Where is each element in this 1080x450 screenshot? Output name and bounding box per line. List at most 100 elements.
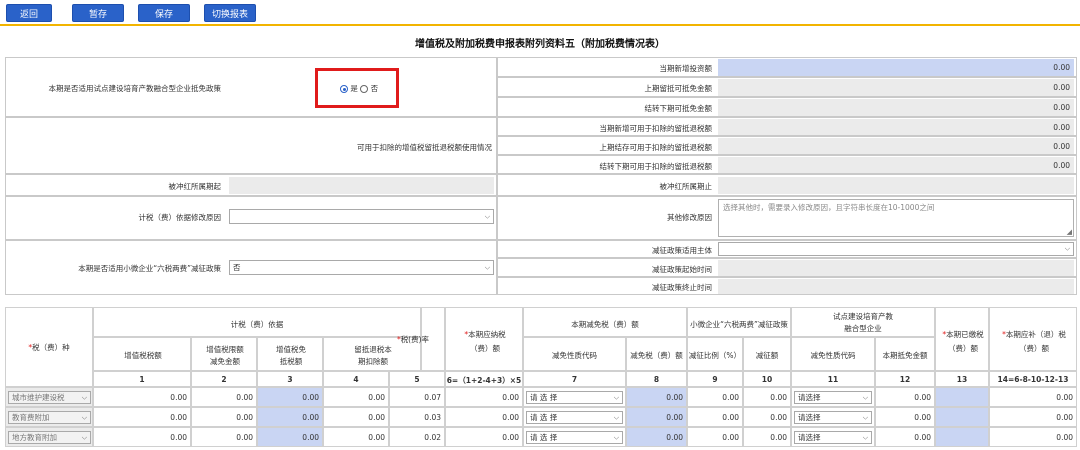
table-cell: 请 选 择 ⌵ <box>523 407 626 427</box>
table-cell[interactable]: 0.00 <box>626 427 687 447</box>
small-biz-subject-label: 减征政策适用主体 <box>652 246 712 255</box>
tax-type-cell: 城市维护建设税 ⌵ <box>5 387 93 407</box>
chevron-down-icon: ⌵ <box>81 433 87 441</box>
small-biz-start-field[interactable] <box>718 260 1074 276</box>
tax-type-select[interactable]: 教育费附加 ⌵ <box>8 411 91 424</box>
chevron-down-icon: ⌵ <box>613 433 619 441</box>
modify-reason-select[interactable]: ⌵ <box>229 209 494 224</box>
header-small: 小微企业“六税两费”减征政策 <box>690 320 788 329</box>
cell-value: 0.07 <box>424 393 441 402</box>
table-cell: 0.03 <box>389 407 445 427</box>
refund-usage-cell: 可用于扣除的增值税留抵退税额使用情况 <box>5 117 497 174</box>
amount-field[interactable]: 0.00 <box>718 59 1074 76</box>
cell-value: 0.00 <box>302 413 319 422</box>
column-number-cell: 4 <box>323 371 389 387</box>
cell-value: 0.00 <box>914 413 931 422</box>
cell-value: 0.03 <box>424 413 441 422</box>
amount-field[interactable]: 0.00 <box>718 138 1074 154</box>
save-draft-button[interactable]: 暂存 <box>72 4 124 22</box>
column-number-cell: 3 <box>257 371 323 387</box>
tax-type-select[interactable]: 城市维护建设税 ⌵ <box>8 391 91 404</box>
table-header-cell: 本期抵免金额 <box>875 337 935 371</box>
amount-field[interactable]: 0.00 <box>718 99 1074 116</box>
small-biz-subject-select[interactable]: ⌵ <box>718 242 1074 256</box>
table-cell[interactable]: 0.00 <box>626 407 687 427</box>
amount-field[interactable]: 0.00 <box>718 119 1074 135</box>
amount-field[interactable]: 0.00 <box>718 79 1074 96</box>
modify-reason-label: 计税（费）依据修改原因 <box>138 213 222 222</box>
amount-row-label: 结转下期可用于扣除的留抵退税额 <box>599 162 713 171</box>
column-number-cell: 12 <box>875 371 935 387</box>
table-header-cell: *本期应补（退）税（费）额 <box>989 307 1077 371</box>
table-header-cell: 本期减免税（费）额 <box>523 307 687 337</box>
chevron-down-icon: ⌵ <box>81 393 87 401</box>
reduce-code-select[interactable]: 请 选 择 ⌵ <box>526 431 623 444</box>
column-number-cell: 2 <box>191 371 257 387</box>
table-cell: 0.00 <box>743 387 791 407</box>
save-button[interactable]: 保存 <box>138 4 190 22</box>
red-period-start-field[interactable] <box>229 177 494 194</box>
surcharge-table: *税（费）种 计税（费）依据 增值税税额 增值税限额减免金额 增值税免抵税额 留… <box>5 307 1077 450</box>
table-cell: 0.00 <box>445 387 523 407</box>
small-biz-start-row: 减征政策起始时间 <box>497 258 1077 277</box>
table-header-cell: 小微企业“六税两费”减征政策 <box>687 307 791 337</box>
table-cell[interactable]: 0.00 <box>257 407 323 427</box>
tax-type-select[interactable]: 地方教育附加 ⌵ <box>8 431 91 444</box>
reduce-code-select[interactable]: 请 选 择 ⌵ <box>526 391 623 404</box>
table-cell[interactable] <box>935 407 989 427</box>
amount-field[interactable]: 0.00 <box>718 157 1074 173</box>
column-number: 6=（1+2-4+3）×5 <box>446 376 522 385</box>
table-row: 城市维护建设税 ⌵ 0.00 0.00 0.00 0.00 0.07 0.00 请 选 择 ⌵ 0.… <box>5 387 1077 407</box>
pilot-code-select[interactable]: 请选择 ⌵ <box>794 391 872 404</box>
table-cell[interactable] <box>935 387 989 407</box>
table-cell: 0.00 <box>875 387 935 407</box>
chevron-down-icon: ⌵ <box>484 212 490 220</box>
tax-type-cell: 地方教育附加 ⌵ <box>5 427 93 447</box>
pilot-code-select[interactable]: 请选择 ⌵ <box>794 431 872 444</box>
chevron-down-icon: ⌵ <box>613 393 619 401</box>
amount-value: 0.00 <box>1053 63 1070 72</box>
column-number-cell: 10 <box>743 371 791 387</box>
table-cell: 0.00 <box>93 387 191 407</box>
other-reason-label: 其他修改原因 <box>667 213 712 222</box>
table-cell[interactable] <box>935 427 989 447</box>
table-cell: 0.00 <box>875 407 935 427</box>
pilot-policy-question-label: 本期是否适用试点建设培育产教融合型企业抵免政策 <box>48 84 222 93</box>
back-button[interactable]: 返回 <box>6 4 52 22</box>
cell-value: 0.00 <box>722 393 739 402</box>
amount-value: 0.00 <box>1053 142 1070 151</box>
small-biz-select[interactable]: 否 ⌵ <box>229 260 494 275</box>
other-reason-textarea[interactable]: 选择其他时，需要录入修改原因，且字符串长度在10-1000之间 ◢ <box>718 199 1074 237</box>
red-period-end-field[interactable] <box>718 177 1074 194</box>
small-biz-end-field[interactable] <box>718 279 1074 294</box>
table-cell: 0.00 <box>687 387 743 407</box>
switch-report-button[interactable]: 切换报表 <box>204 4 256 22</box>
cell-value: 0.00 <box>914 433 931 442</box>
refund-usage-label: 可用于扣除的增值税留抵退税额使用情况 <box>357 143 492 152</box>
table-cell[interactable]: 0.00 <box>257 387 323 407</box>
cell-value: 0.00 <box>236 413 253 422</box>
red-period-end-label: 被冲红所属期止 <box>659 182 713 191</box>
red-period-start-row: 被冲红所属期起 <box>5 174 497 196</box>
other-reason-row: 其他修改原因 选择其他时，需要录入修改原因，且字符串长度在10-1000之间 ◢ <box>497 196 1077 240</box>
resize-handle-icon[interactable]: ◢ <box>1067 228 1072 236</box>
header-vat-free: 增值税免抵税额 <box>276 345 306 366</box>
cell-value: 0.00 <box>302 393 319 402</box>
cell-value: 0.00 <box>666 393 683 402</box>
reduce-code-select[interactable]: 请 选 择 ⌵ <box>526 411 623 424</box>
table-header-cell: 试点建设培育产教融合型企业 <box>791 307 935 337</box>
header-small-amount: 减征额 <box>755 351 779 360</box>
header-basis: 计税（费）依据 <box>230 320 284 329</box>
table-cell: 0.00 <box>445 407 523 427</box>
table-row: 教育费附加 ⌵ 0.00 0.00 0.00 0.00 0.03 0.00 请 选 择 ⌵ 0.00… <box>5 407 1077 427</box>
cell-value: 0.00 <box>368 413 385 422</box>
table-cell[interactable]: 0.00 <box>626 387 687 407</box>
table-cell: 0.00 <box>191 427 257 447</box>
pilot-code-select[interactable]: 请选择 ⌵ <box>794 411 872 424</box>
column-number: 8 <box>653 375 660 384</box>
table-cell: 请 选 择 ⌵ <box>523 427 626 447</box>
table-cell[interactable]: 0.00 <box>257 427 323 447</box>
table-header-cell: *本期应纳税（费）额 <box>445 307 523 371</box>
other-reason-placeholder: 选择其他时，需要录入修改原因，且字符串长度在10-1000之间 <box>723 203 935 212</box>
table-cell: 0.00 <box>989 407 1077 427</box>
